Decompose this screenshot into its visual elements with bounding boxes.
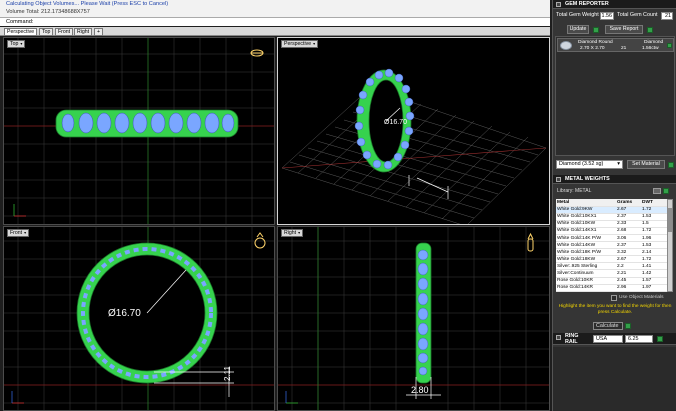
axis-gizmo-top <box>13 204 26 217</box>
right-width-dim: 2.80 <box>411 385 429 395</box>
table-row[interactable]: Silver:Continuum 2.21 1.42 <box>556 269 667 278</box>
library-check-icon <box>663 188 669 194</box>
front-view-canvas: Ø16.70 2.11 <box>4 227 274 410</box>
update-button[interactable]: Update <box>567 25 589 34</box>
perspective-dimension: Ø16.70 <box>384 119 407 126</box>
save-report-check-icon <box>647 27 653 33</box>
gem-shape: Diamond Round <box>578 40 613 45</box>
table-row[interactable]: Rose Gold:10KR 2.45 1.57 <box>556 277 667 285</box>
table-row[interactable]: Silver:.925 Sterling 2.2 1.41 <box>556 262 667 271</box>
ring-front-icon <box>254 232 266 249</box>
update-check-icon <box>593 27 599 33</box>
gem-material: Diamond <box>644 40 664 45</box>
gem-list[interactable]: Diamond Round 2.70 X 2.70 21 Diamond 1.5… <box>555 36 675 156</box>
front-diameter: Ø16.70 <box>108 308 141 319</box>
command-line[interactable]: Command: <box>0 17 550 26</box>
gem-row[interactable]: Diamond Round 2.70 X 2.70 21 Diamond 1.5… <box>557 38 674 52</box>
use-object-materials-label: Use Object Materials <box>619 295 664 300</box>
table-row[interactable]: White Gold:14K P/W 3.06 1.96 <box>556 234 667 243</box>
viewport-label-top[interactable]: Top ▾ <box>7 40 26 48</box>
perspective-view-canvas: Ø16.70 <box>281 68 547 224</box>
col-dwt: DWT <box>641 199 667 207</box>
chevron-down-icon: ▾ <box>617 161 620 167</box>
total-gem-weight-label: Total Gem Weight <box>556 12 599 18</box>
gem-material-select[interactable]: Diamond (3.52 sg) ▾ <box>556 160 623 169</box>
save-report-button[interactable]: Save Report <box>605 25 643 34</box>
use-object-materials-checkbox[interactable] <box>611 295 617 301</box>
table-row[interactable]: White Gold:14KW 2.37 1.53 <box>556 241 667 250</box>
viewport-front[interactable]: Front ▾ Ø16.70 2.11 <box>3 226 275 411</box>
total-gem-count-value: 21 <box>661 12 673 20</box>
table-scrollbar[interactable] <box>667 199 673 292</box>
right-view-canvas: 2.80 <box>278 227 549 410</box>
table-row[interactable]: White Gold:9KW 2.67 1.72 <box>556 206 667 214</box>
tab-front[interactable]: Front <box>55 28 74 36</box>
ring-size-region-select[interactable]: USA <box>593 335 623 343</box>
col-metal: Metal <box>556 199 616 207</box>
viewport-tab-bar: Perspective Top Front Right + <box>0 27 550 36</box>
set-material-check-icon <box>668 162 674 168</box>
metal-weights-header[interactable]: METAL WEIGHTS <box>553 175 676 184</box>
top-view-canvas <box>4 38 274 224</box>
table-row[interactable]: White Gold:10KW 2.33 1.5 <box>556 220 667 228</box>
gem-count: 21 <box>621 46 627 51</box>
table-row[interactable]: White Gold:10KX1 2.37 1.53 <box>556 213 667 221</box>
panel-empty-area <box>553 347 676 411</box>
calculate-hint: Highlight the item you want to find the … <box>558 304 672 316</box>
metal-weights-table[interactable]: Metal Grams DWT White Gold:9KW 2.67 1.72 W… <box>556 199 667 292</box>
collapse-icon[interactable] <box>556 177 561 182</box>
status-bar: Calculating Object Volumes... Please Wai… <box>0 0 550 26</box>
scrollbar-thumb[interactable] <box>668 208 672 232</box>
total-gem-weight-value: 1.56 <box>600 12 614 20</box>
library-button[interactable] <box>653 188 661 194</box>
viewport-right[interactable]: Right ▾ 2.80 <box>277 226 550 411</box>
library-label: Library: METAL <box>557 188 592 194</box>
tab-top[interactable]: Top <box>39 28 54 36</box>
tab-add[interactable]: + <box>94 28 104 36</box>
gem-row-check-icon <box>667 43 672 48</box>
ring-size-check-icon <box>657 336 663 342</box>
right-panel: GEM REPORTER Total Gem Weight 1.56 Total… <box>552 0 676 411</box>
table-row[interactable]: Rose Gold:14KR 2.96 1.97 <box>556 284 667 292</box>
table-row[interactable]: White Gold:18K P/W 3.32 2.14 <box>556 248 667 257</box>
status-line-1: Calculating Object Volumes... Please Wai… <box>6 1 169 7</box>
collapse-icon[interactable] <box>556 335 561 340</box>
set-material-button[interactable]: Set Material <box>627 160 665 169</box>
tab-right[interactable]: Right <box>74 28 93 36</box>
command-label: Command: <box>6 19 34 25</box>
diamond-round-icon <box>560 41 572 50</box>
viewport-label-right[interactable]: Right ▾ <box>281 229 304 237</box>
calculate-check-icon <box>625 323 631 329</box>
viewport-label-front[interactable]: Front ▾ <box>7 229 30 237</box>
table-row[interactable]: White Gold:18KW 2.67 1.72 <box>556 255 667 264</box>
tab-perspective[interactable]: Perspective <box>4 28 38 36</box>
collapse-icon[interactable] <box>556 2 561 7</box>
perspective-dimension-lines <box>408 175 449 199</box>
viewport-perspective[interactable]: Perspective ▾ Ø16.70 <box>277 37 550 225</box>
front-height-dim: 2.11 <box>223 365 232 381</box>
table-header: Metal Grams DWT <box>556 199 667 207</box>
gem-carat-weight: 1.56ctw <box>642 46 659 51</box>
gem-size: 2.70 X 2.70 <box>580 46 605 51</box>
ring-size-select[interactable]: 6.25 <box>625 335 653 343</box>
ring-right-icon <box>527 232 534 252</box>
ring-right <box>415 242 432 384</box>
col-grams: Grams <box>616 199 641 207</box>
calculate-button[interactable]: Calculate <box>593 322 623 330</box>
total-gem-count-label: Total Gem Count <box>617 12 658 18</box>
ring-top-icon <box>250 49 264 57</box>
viewport-label-perspective[interactable]: Perspective ▾ <box>281 40 319 48</box>
table-row[interactable]: White Gold:14KX1 2.68 1.72 <box>556 227 667 235</box>
viewport-top[interactable]: Top ▾ <box>3 37 275 225</box>
status-line-2: Volume Total: 212.17348688X757 <box>6 9 90 15</box>
gem-reporter-header[interactable]: GEM REPORTER <box>553 0 676 9</box>
